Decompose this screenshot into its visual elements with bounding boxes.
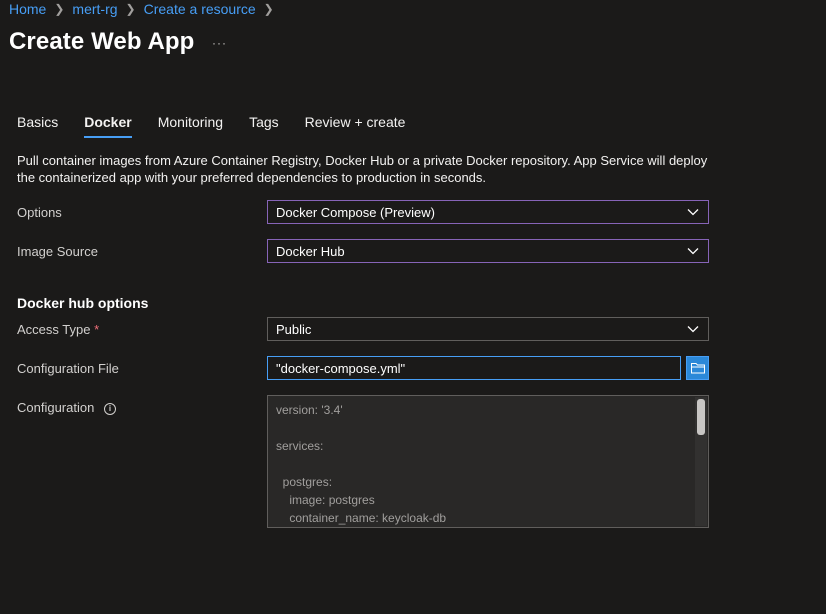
tab-docker[interactable]: Docker: [84, 114, 133, 138]
breadcrumb-resource-group[interactable]: mert-rg: [72, 1, 117, 17]
image-source-dropdown[interactable]: Docker Hub: [267, 239, 709, 263]
access-type-dropdown[interactable]: Public: [267, 317, 709, 341]
tab-tags[interactable]: Tags: [249, 114, 279, 138]
configuration-label-text: Configuration: [17, 400, 95, 415]
folder-icon: [690, 363, 705, 374]
tab-basics[interactable]: Basics: [17, 114, 58, 138]
breadcrumb: Home ❯ mert-rg ❯ Create a resource ❯: [9, 1, 282, 17]
breadcrumb-home[interactable]: Home: [9, 1, 46, 17]
chevron-right-icon: ❯: [125, 2, 136, 16]
tab-review-create[interactable]: Review + create: [305, 114, 406, 138]
configuration-content: version: '3.4' services: postgres: image…: [276, 403, 447, 525]
options-value: Docker Compose (Preview): [276, 204, 435, 220]
tab-bar: Basics Docker Monitoring Tags Review + c…: [17, 114, 431, 138]
browse-file-button[interactable]: [686, 356, 709, 380]
config-file-label: Configuration File: [17, 361, 119, 376]
chevron-right-icon: ❯: [263, 2, 274, 16]
access-type-label-text: Access Type: [17, 322, 91, 337]
image-source-value: Docker Hub: [276, 243, 345, 259]
scrollbar[interactable]: [695, 397, 707, 526]
scrollbar-thumb[interactable]: [697, 399, 705, 435]
chevron-right-icon: ❯: [54, 2, 65, 16]
breadcrumb-create-resource[interactable]: Create a resource: [144, 1, 256, 17]
info-icon[interactable]: i: [103, 402, 116, 415]
config-file-input[interactable]: "docker-compose.yml": [267, 356, 681, 380]
chevron-down-icon: [687, 326, 699, 333]
access-type-value: Public: [276, 321, 312, 337]
access-type-label: Access Type *: [17, 322, 99, 337]
chevron-down-icon: [687, 209, 699, 216]
options-dropdown[interactable]: Docker Compose (Preview): [267, 200, 709, 224]
section-title: Docker hub options: [17, 295, 149, 311]
config-file-value: "docker-compose.yml": [276, 360, 406, 376]
more-options-button[interactable]: ···: [212, 36, 227, 50]
required-marker: *: [94, 322, 100, 337]
chevron-down-icon: [687, 248, 699, 255]
configuration-textarea[interactable]: version: '3.4' services: postgres: image…: [267, 395, 709, 528]
image-source-label: Image Source: [17, 244, 98, 259]
description-text: Pull container images from Azure Contain…: [17, 153, 708, 185]
options-label: Options: [17, 205, 62, 220]
page-title: Create Web App: [9, 28, 195, 55]
tab-monitoring[interactable]: Monitoring: [158, 114, 223, 138]
configuration-label: Configuration i: [17, 400, 116, 415]
